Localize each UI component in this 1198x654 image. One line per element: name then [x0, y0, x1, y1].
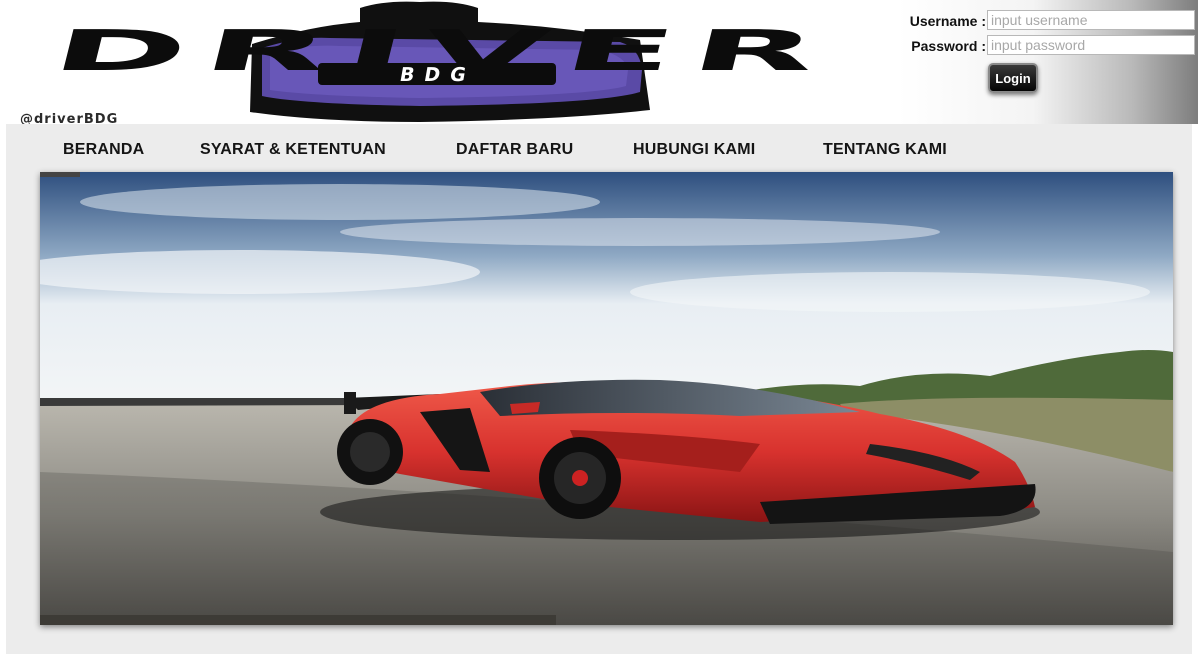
hero-car-image [40, 172, 1173, 625]
nav-item-tentang-kami[interactable]: TENTANG KAMI [823, 141, 947, 159]
image-watermark [40, 172, 80, 177]
login-button[interactable]: Login [988, 63, 1038, 93]
main-nav: BERANDA SYARAT & KETENTUAN DAFTAR BARU H… [6, 124, 1192, 172]
nav-item-beranda[interactable]: BERANDA [63, 141, 144, 159]
password-input[interactable] [987, 35, 1195, 55]
nav-item-syarat-ketentuan[interactable]: SYARAT & KETENTUAN [200, 141, 386, 159]
logo-subtitle: BDG [398, 63, 478, 86]
password-label: Password : [911, 38, 986, 54]
nav-item-daftar-baru[interactable]: DAFTAR BARU [456, 141, 573, 159]
nav-item-hubungi-kami[interactable]: HUBUNGI KAMI [633, 141, 755, 159]
hero-banner [40, 172, 1173, 625]
site-header: DRIVER BDG @driverBDG Username : Passwor… [0, 0, 1198, 124]
site-logo[interactable]: DRIVER BDG [0, 0, 880, 124]
username-label: Username : [909, 13, 986, 29]
social-handle: @driverBDG [20, 112, 119, 124]
content-panel: BERANDA SYARAT & KETENTUAN DAFTAR BARU H… [6, 124, 1192, 654]
username-input[interactable] [987, 10, 1195, 30]
